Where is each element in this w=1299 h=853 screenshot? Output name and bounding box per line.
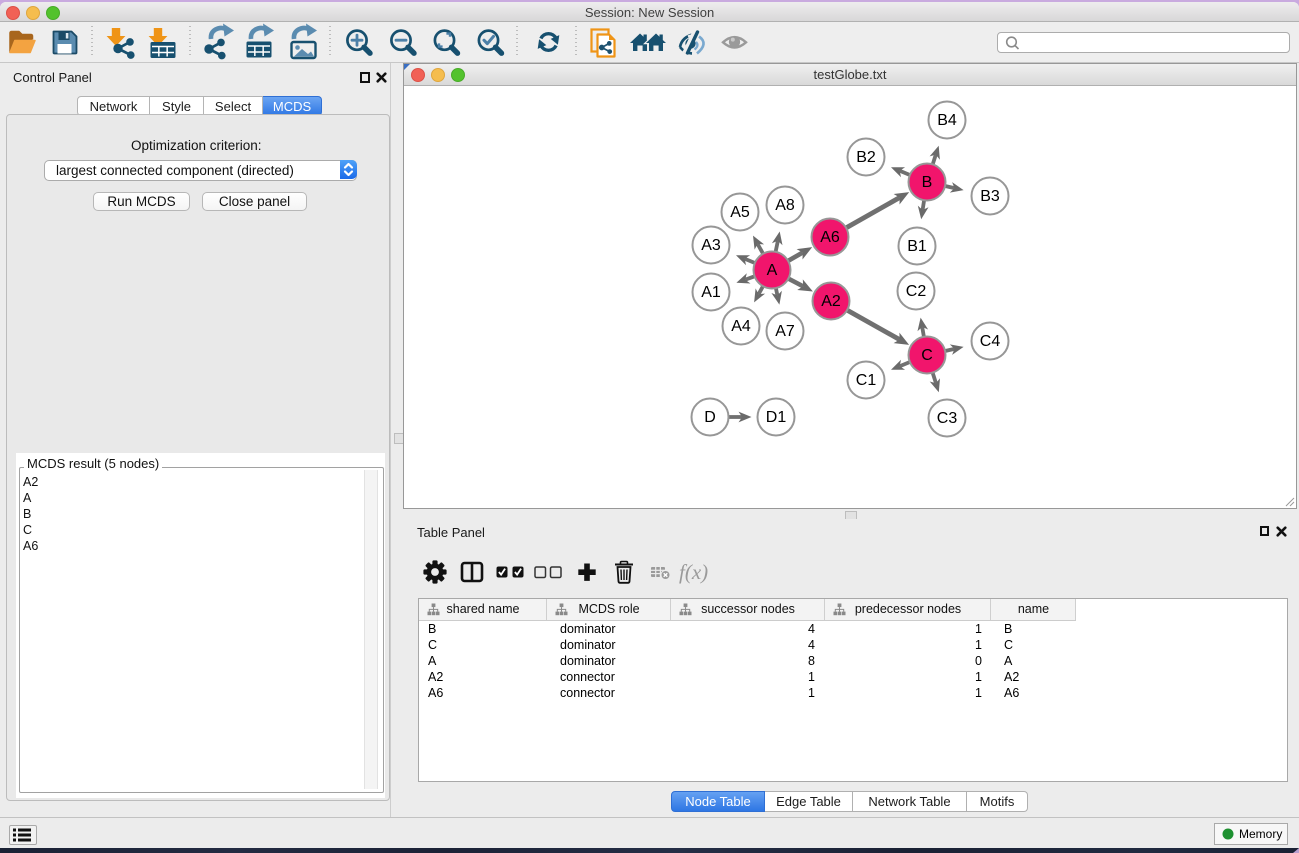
svg-text:Memory: Memory [1239, 827, 1282, 841]
svg-text:C: C [921, 347, 933, 364]
svg-text:B1: B1 [907, 238, 927, 255]
svg-text:A4: A4 [731, 318, 751, 335]
svg-text:C1: C1 [856, 372, 877, 389]
svg-text:A7: A7 [775, 323, 795, 340]
svg-text:A2: A2 [821, 293, 841, 310]
svg-text:B4: B4 [937, 112, 957, 129]
svg-text:B: B [922, 174, 933, 191]
svg-text:f(x): f(x) [679, 560, 708, 584]
svg-text:C4: C4 [980, 333, 1001, 350]
svg-text:D1: D1 [766, 409, 787, 426]
svg-text:A5: A5 [730, 204, 750, 221]
svg-text:A: A [767, 262, 778, 279]
svg-text:A6: A6 [820, 229, 840, 246]
svg-text:A1: A1 [701, 284, 721, 301]
svg-text:A8: A8 [775, 197, 795, 214]
svg-text:C2: C2 [906, 283, 927, 300]
svg-text:A3: A3 [701, 237, 721, 254]
svg-text:B2: B2 [856, 149, 876, 166]
svg-text:B3: B3 [980, 188, 1000, 205]
svg-text:C3: C3 [937, 410, 958, 427]
svg-text:D: D [704, 409, 716, 426]
